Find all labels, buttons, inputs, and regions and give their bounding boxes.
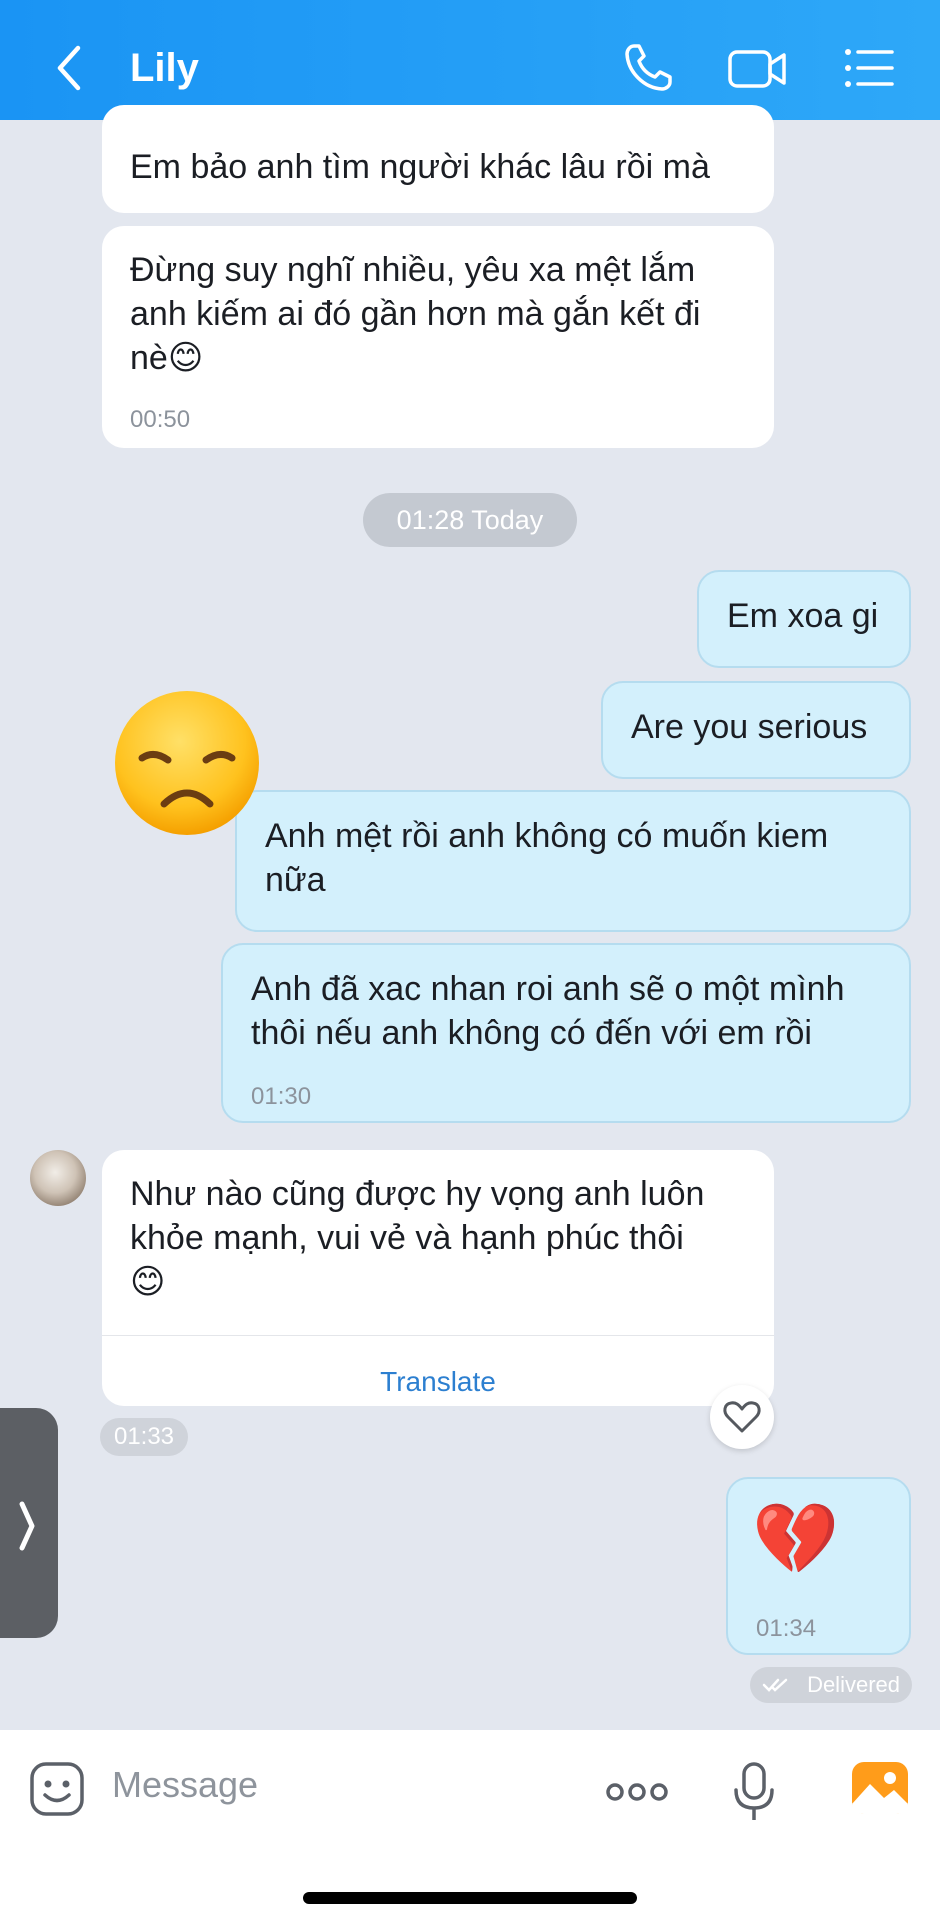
chevron-left-icon	[57, 45, 81, 91]
message-bubble-incoming[interactable]: Đừng suy nghĩ nhiều, yêu xa mệt lắm anh …	[102, 226, 774, 448]
phone-icon	[625, 44, 672, 91]
delivery-status-text: Delivered	[807, 1672, 900, 1697]
message-text: Đừng suy nghĩ nhiều, yêu xa mệt lắm anh …	[130, 251, 701, 377]
more-button[interactable]	[604, 1780, 670, 1809]
microphone-icon	[734, 1762, 774, 1820]
back-button[interactable]	[50, 42, 90, 94]
message-text: Anh mệt rồi anh không có muốn kiem nữa	[265, 817, 829, 899]
message-bubble-outgoing[interactable]: Anh mệt rồi anh không có muốn kiem nữa	[235, 790, 911, 932]
message-text: Em xoa gi	[727, 597, 879, 635]
date-separator: 01:28 Today	[363, 493, 577, 547]
message-text: Em bảo anh tìm người khác lâu rồi mà	[130, 148, 710, 186]
video-camera-icon	[728, 50, 786, 88]
message-time: 01:30	[251, 1083, 312, 1110]
message-time: 01:34	[756, 1615, 817, 1642]
message-bubble-outgoing[interactable]: 💔 01:34	[726, 1477, 911, 1655]
image-gallery-icon	[852, 1762, 908, 1814]
delivery-status: Delivered	[750, 1667, 912, 1703]
heart-icon	[723, 1401, 761, 1433]
sticker-face-icon	[30, 1762, 84, 1816]
more-dots-icon	[606, 1783, 668, 1801]
react-button[interactable]	[710, 1385, 774, 1449]
message-bubble-outgoing[interactable]: Em xoa gi	[697, 570, 911, 668]
call-button[interactable]	[620, 40, 680, 96]
message-time: 01:33	[100, 1418, 188, 1456]
gallery-button[interactable]	[850, 1758, 910, 1823]
message-bubble-incoming[interactable]: Em bảo anh tìm người khác lâu rồi mà	[102, 105, 774, 213]
message-bubble-outgoing[interactable]: Anh đã xac nhan roi anh sẽ o một mình th…	[221, 943, 911, 1123]
list-menu-icon	[845, 49, 894, 87]
side-panel-handle[interactable]	[0, 1408, 58, 1638]
video-call-button[interactable]	[726, 40, 786, 96]
message-bubble-incoming[interactable]: Như nào cũng được hy vọng anh luôn khỏe …	[102, 1150, 774, 1406]
message-emoji: 💔	[752, 1500, 840, 1578]
divider	[102, 1335, 774, 1336]
disappointed-face-emoji	[115, 691, 259, 835]
home-indicator	[303, 1892, 637, 1904]
menu-button[interactable]	[840, 40, 900, 96]
chat-title[interactable]: Lily	[130, 46, 199, 91]
message-text: Như nào cũng được hy vọng anh luôn khỏe …	[130, 1175, 705, 1301]
chevron-right-icon	[19, 1501, 35, 1551]
message-text: Are you serious	[631, 708, 868, 746]
sticker-button[interactable]	[28, 1760, 86, 1823]
message-bubble-outgoing[interactable]: Are you serious	[601, 681, 911, 779]
message-time: 00:50	[130, 406, 191, 433]
chat-header: Lily	[0, 0, 940, 120]
message-text: Anh đã xac nhan roi anh sẽ o một mình th…	[251, 970, 845, 1052]
message-input[interactable]: Message	[112, 1764, 258, 1806]
double-check-icon	[762, 1678, 788, 1692]
translate-button[interactable]: Translate	[102, 1360, 774, 1404]
voice-button[interactable]	[730, 1760, 778, 1829]
contact-avatar[interactable]	[30, 1150, 86, 1206]
